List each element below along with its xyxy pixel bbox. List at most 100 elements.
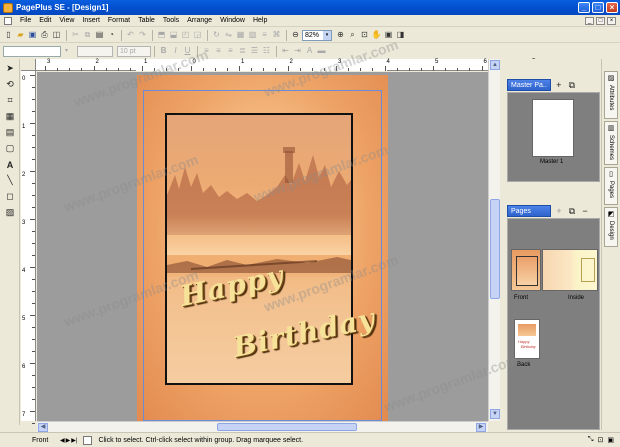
prev-page-icon[interactable]: ◀ bbox=[60, 437, 65, 444]
close-button[interactable]: × bbox=[606, 2, 618, 13]
font-color-icon[interactable]: A bbox=[304, 46, 315, 57]
master-pages-tab[interactable]: Master Pa.. bbox=[507, 78, 551, 91]
add-page-icon[interactable]: + bbox=[554, 206, 564, 216]
design-tab[interactable]: ◩ Design bbox=[604, 207, 618, 247]
menu-tools[interactable]: Tools bbox=[159, 17, 183, 24]
menu-format[interactable]: Format bbox=[104, 17, 134, 24]
scroll-right-icon[interactable]: ▶ bbox=[476, 423, 486, 432]
cut-icon[interactable]: ✂ bbox=[70, 30, 81, 41]
pasteboard[interactable]: Happy Birthday bbox=[37, 72, 488, 421]
justify-icon[interactable]: ≣ bbox=[237, 46, 248, 57]
increase-indent-icon[interactable]: ⇥ bbox=[292, 46, 303, 57]
print-preview-icon[interactable]: ◫ bbox=[51, 30, 62, 41]
chevron-down-icon[interactable]: ▾ bbox=[61, 46, 72, 57]
ungroup-icon[interactable]: ▧ bbox=[247, 30, 258, 41]
zoom-tool-icon[interactable]: ⌕ bbox=[347, 30, 358, 41]
menu-file[interactable]: File bbox=[16, 17, 35, 24]
last-page-icon[interactable]: ▶| bbox=[71, 437, 77, 444]
horizontal-scrollbar[interactable]: ◀ ▶ bbox=[37, 421, 488, 432]
menu-edit[interactable]: Edit bbox=[35, 17, 55, 24]
format-painter-icon[interactable]: ◔ bbox=[106, 30, 117, 41]
view-icon[interactable]: ▣ bbox=[607, 436, 614, 444]
view-spread-icon[interactable]: ◨ bbox=[395, 30, 406, 41]
zoom-select[interactable]: 82% ▾ bbox=[302, 29, 332, 41]
decrease-indent-icon[interactable]: ⇤ bbox=[280, 46, 291, 57]
horizontal-scroll-thumb[interactable] bbox=[217, 423, 357, 431]
menu-table[interactable]: Table bbox=[134, 17, 159, 24]
current-page-indicator[interactable]: Front bbox=[32, 437, 60, 444]
bold-icon[interactable]: B bbox=[158, 46, 169, 57]
menu-insert[interactable]: Insert bbox=[78, 17, 104, 24]
line-tool-icon[interactable]: ╲ bbox=[3, 174, 17, 187]
doc-close-button[interactable]: × bbox=[607, 16, 616, 25]
menu-help[interactable]: Help bbox=[249, 17, 271, 24]
zoom-out-icon[interactable]: ⊖ bbox=[290, 30, 301, 41]
vertical-scroll-thumb[interactable] bbox=[490, 199, 500, 299]
doc-minimize-button[interactable]: _ bbox=[585, 16, 594, 25]
font-name-input[interactable] bbox=[3, 45, 61, 57]
page-thumbnail-front[interactable] bbox=[511, 249, 541, 291]
group-icon[interactable]: ▦ bbox=[235, 30, 246, 41]
scroll-left-icon[interactable]: ◀ bbox=[38, 423, 48, 432]
fit-page-icon[interactable]: ⊡ bbox=[359, 30, 370, 41]
italic-icon[interactable]: I bbox=[170, 46, 181, 57]
menu-view[interactable]: View bbox=[55, 17, 78, 24]
frame-tool-icon[interactable]: ▤ bbox=[3, 126, 17, 139]
back-one-icon[interactable]: ◲ bbox=[192, 30, 203, 41]
page-thumbnail-inside[interactable] bbox=[542, 249, 598, 291]
redo-icon[interactable]: ↷ bbox=[137, 30, 148, 41]
new-icon[interactable]: ▯ bbox=[3, 30, 14, 41]
copy-master-icon[interactable]: ⧉ bbox=[567, 80, 577, 90]
zoom-in-icon[interactable]: ⊕ bbox=[335, 30, 346, 41]
minimize-button[interactable]: _ bbox=[578, 2, 590, 13]
copy-page-icon[interactable]: ⧉ bbox=[567, 206, 577, 216]
page-thumbnail-back[interactable]: Happy Birthday bbox=[514, 319, 540, 359]
delete-page-icon[interactable]: − bbox=[580, 206, 590, 216]
menu-arrange[interactable]: Arrange bbox=[183, 17, 216, 24]
scroll-up-icon[interactable]: ▲ bbox=[490, 60, 500, 70]
open-icon[interactable]: ▰ bbox=[15, 30, 26, 41]
schemes-tab[interactable]: ▥ Schemes bbox=[604, 121, 618, 165]
pointer-tool-icon[interactable]: ➤ bbox=[3, 62, 17, 75]
copy-icon[interactable]: ⧉ bbox=[82, 30, 93, 41]
pages-side-tab[interactable]: ▯ Pages bbox=[604, 167, 618, 205]
highlight-icon[interactable]: ▬ bbox=[316, 46, 327, 57]
vertical-ruler[interactable]: 0 1 2 3 4 5 6 7 bbox=[21, 71, 36, 436]
align-center-icon[interactable]: ≡ bbox=[213, 46, 224, 57]
link-icon[interactable]: ⌘ bbox=[271, 30, 282, 41]
next-page-icon[interactable]: ▶ bbox=[66, 437, 71, 444]
align-right-icon[interactable]: ≡ bbox=[225, 46, 236, 57]
quickshape-tool-icon[interactable]: ◻ bbox=[3, 190, 17, 203]
doc-restore-button[interactable]: □ bbox=[596, 16, 605, 25]
align-icon[interactable]: ≡ bbox=[259, 30, 270, 41]
page-front[interactable]: Happy Birthday bbox=[137, 75, 388, 421]
paste-icon[interactable]: ▤ bbox=[94, 30, 105, 41]
snap-icon[interactable]: ⤡ bbox=[588, 436, 594, 444]
view-pages-icon[interactable]: ▣ bbox=[383, 30, 394, 41]
rotate-tool-icon[interactable]: ⟲ bbox=[3, 78, 17, 91]
rotate-icon[interactable]: ↻ bbox=[211, 30, 222, 41]
style-input[interactable] bbox=[77, 45, 113, 57]
bullets-icon[interactable]: ☰ bbox=[249, 46, 260, 57]
fit-icon[interactable]: ⊡ bbox=[598, 436, 604, 444]
numbering-icon[interactable]: ☷ bbox=[261, 46, 272, 57]
maximize-button[interactable]: □ bbox=[592, 2, 604, 13]
underline-icon[interactable]: U bbox=[182, 46, 193, 57]
undo-icon[interactable]: ↶ bbox=[125, 30, 136, 41]
menu-window[interactable]: Window bbox=[216, 17, 249, 24]
send-back-icon[interactable]: ⬓ bbox=[168, 30, 179, 41]
align-left-icon[interactable]: ≡ bbox=[201, 46, 212, 57]
flip-icon[interactable]: ⇋ bbox=[223, 30, 234, 41]
horizontal-ruler[interactable]: 32101234567 bbox=[36, 59, 568, 71]
pan-hand-icon[interactable]: ✋ bbox=[371, 30, 382, 41]
bring-front-icon[interactable]: ⬒ bbox=[156, 30, 167, 41]
print-icon[interactable]: ⎙ bbox=[39, 30, 50, 41]
table-tool-icon[interactable]: ▦ bbox=[3, 110, 17, 123]
font-size-input[interactable]: 10 pt bbox=[117, 45, 151, 57]
shape-tool-icon[interactable]: ▢ bbox=[3, 142, 17, 155]
scroll-down-icon[interactable]: ▼ bbox=[490, 409, 500, 419]
vertical-scrollbar[interactable]: ▲ ▼ bbox=[488, 59, 500, 421]
crop-tool-icon[interactable]: ⌗ bbox=[3, 94, 17, 107]
forward-one-icon[interactable]: ◰ bbox=[180, 30, 191, 41]
master-page-thumbnail[interactable] bbox=[532, 99, 574, 157]
